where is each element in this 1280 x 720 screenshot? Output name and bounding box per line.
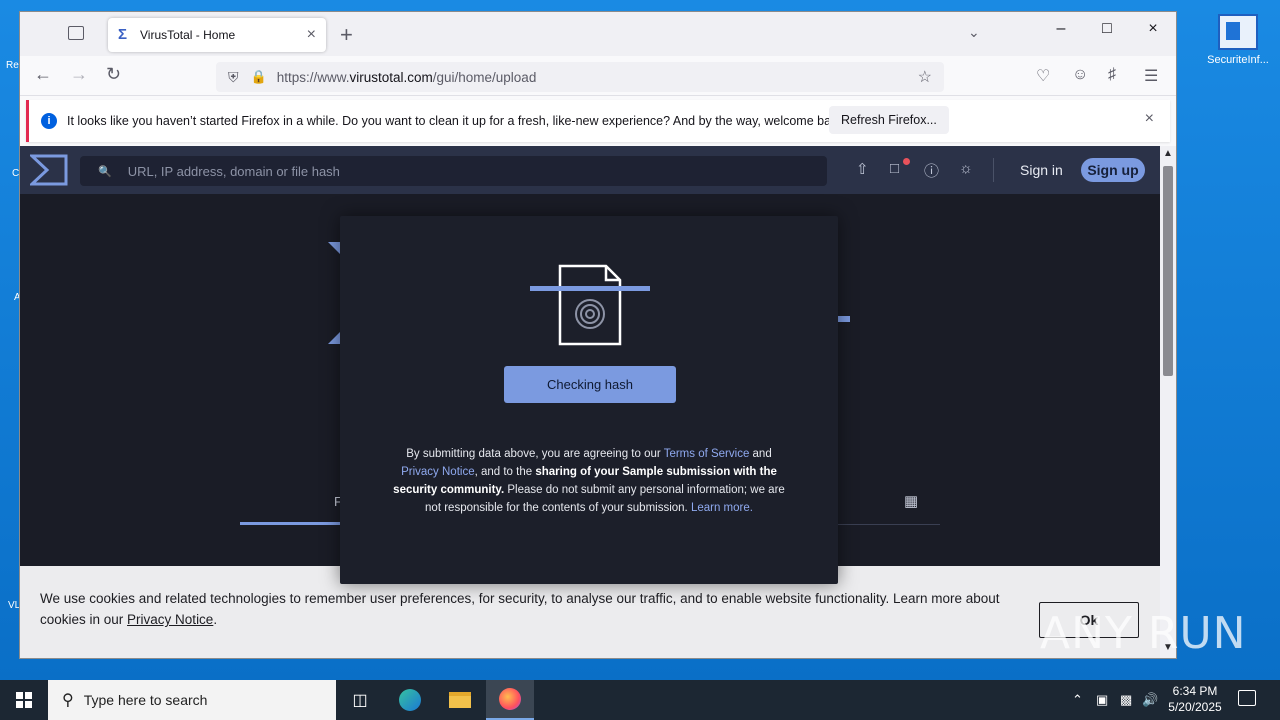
learn-more-link[interactable]: Learn more. [691,502,753,514]
fingerprint-search-icon[interactable]: ▦ [904,492,918,510]
terms-of-service-link[interactable]: Terms of Service [664,448,750,460]
vt-search-input[interactable]: 🔍 URL, IP address, domain or file hash [80,156,827,186]
search-placeholder: URL, IP address, domain or file hash [127,163,340,179]
menu-icon[interactable]: ☰ [1144,66,1158,86]
virustotal-favicon-icon: Σ [118,26,128,43]
document-icon [1218,14,1258,50]
bookmark-star-icon[interactable]: ☆ [918,67,932,87]
page-scrollbar[interactable]: ▲ ▼ [1160,146,1176,658]
sign-in-link[interactable]: Sign in [1020,162,1063,178]
fingerprint-file-icon [530,264,650,346]
info-icon: i [41,113,57,129]
clock-time: 6:34 PM [1172,684,1218,698]
background-active-tab [240,522,350,525]
scrollbar-thumb[interactable] [1163,166,1173,376]
windows-start-icon[interactable] [0,680,48,720]
task-view-icon[interactable]: ◫ [336,680,384,720]
legal-part-1: By submitting data above, you are agreei… [406,448,664,460]
close-notification-icon[interactable]: × [1145,110,1154,128]
vt-header: 🔍 URL, IP address, domain or file hash ⇧… [20,146,1160,194]
taskbar-search-input[interactable]: ⚲ Type here to search [48,680,336,720]
upload-icon[interactable]: ⇧ [856,160,869,178]
notification-center-icon[interactable] [1238,690,1256,706]
cookie-period: . [213,612,218,627]
submission-legal-text: By submitting data above, you are agreei… [388,445,790,517]
cookie-text: We use cookies and related technologies … [40,588,1030,630]
notification-dot [903,158,910,165]
background-logo-fragment [838,316,850,322]
network-icon[interactable]: ▩ [1120,692,1132,708]
edge-icon[interactable] [386,680,434,720]
volume-icon[interactable]: 🔊 [1142,692,1158,708]
network-adapter-icon[interactable]: ▣ [1096,692,1108,708]
help-icon[interactable]: ⓘ [924,160,939,181]
tab-title: VirusTotal - Home [140,28,236,42]
taskbar: ⚲ Type here to search ◫ ⌃ ▣ ▩ 🔊 6:34 PM … [0,680,1280,720]
desktop-icon-label: SecuriteInf... [1207,54,1269,66]
tab-overview-icon[interactable] [68,26,84,40]
privacy-notice-link[interactable]: Privacy Notice [401,466,475,478]
cookie-privacy-link[interactable]: Privacy Notice [127,612,213,627]
tab-virustotal[interactable]: Σ VirusTotal - Home × [108,18,326,52]
theme-toggle-icon[interactable]: ☼ [959,160,973,177]
forward-icon[interactable]: → [70,64,88,85]
background-logo-fragment [328,332,340,344]
search-icon: 🔍 [98,165,112,178]
legal-and: and [749,448,772,460]
virustotal-logo-icon[interactable] [30,154,68,186]
firefox-taskbar-icon[interactable] [486,680,534,720]
url-path: /gui/home/upload [432,69,537,85]
url-bar[interactable]: ⛨ 🔒 https://www.virustotal.com/gui/home/… [216,62,944,92]
file-explorer-icon[interactable] [436,680,484,720]
background-logo-fragment [328,242,340,254]
extensions-icon[interactable]: ♯ [1108,66,1116,84]
checking-hash-button[interactable]: Checking hash [504,366,676,403]
taskbar-clock[interactable]: 6:34 PM 5/20/2025 [1160,683,1230,715]
url-text[interactable]: https://www.virustotal.com/gui/home/uplo… [277,70,918,85]
scroll-up-icon[interactable]: ▲ [1163,148,1173,159]
legal-part-2: , and to the [474,466,536,478]
close-tab-icon[interactable]: × [307,26,316,44]
chevron-down-icon[interactable]: ⌄ [968,24,980,41]
desktop-icon-securiteinfo[interactable]: SecuriteInf... [1204,14,1272,66]
url-domain: virustotal.com [349,69,433,85]
chevron-up-icon[interactable]: ⌃ [1072,692,1083,708]
upload-modal: Checking hash By submitting data above, … [340,216,838,584]
pocket-icon[interactable]: ♡ [1036,66,1050,86]
navigation-bar: ← → ↻ ⛨ 🔒 https://www.virustotal.com/gui… [20,56,1176,96]
sign-up-button[interactable]: Sign up [1081,158,1145,182]
reload-icon[interactable]: ↻ [106,64,121,85]
refresh-firefox-button[interactable]: Refresh Firefox... [829,106,949,134]
chat-icon[interactable]: □ [890,160,899,177]
search-icon: ⚲ [62,692,74,709]
header-divider [993,158,994,182]
new-tab-icon[interactable]: + [340,22,353,48]
close-window-icon[interactable]: × [1130,20,1176,38]
anyrun-watermark: ANY RUN [1040,608,1247,659]
url-prefix: https://www. [276,69,350,85]
minimize-icon[interactable]: – [1038,20,1084,38]
account-icon[interactable]: ☺ [1072,66,1088,84]
firefox-window: Σ VirusTotal - Home × + ⌄ – □ × ← → ↻ ⛨ … [20,12,1176,658]
maximize-icon[interactable]: □ [1084,20,1130,38]
virustotal-page: 🔍 URL, IP address, domain or file hash ⇧… [20,146,1160,658]
clock-date: 5/20/2025 [1168,700,1222,714]
taskbar-search-placeholder: Type here to search [83,692,208,708]
notification-message: It looks like you haven’t started Firefo… [67,114,848,128]
shield-icon[interactable]: ⛨ [228,69,239,86]
refresh-firefox-notification: i It looks like you haven’t started Fire… [26,100,1170,142]
back-icon[interactable]: ← [34,64,52,85]
tab-bar: Σ VirusTotal - Home × + ⌄ – □ × [20,12,1176,56]
lock-icon[interactable]: 🔒 [251,69,267,85]
